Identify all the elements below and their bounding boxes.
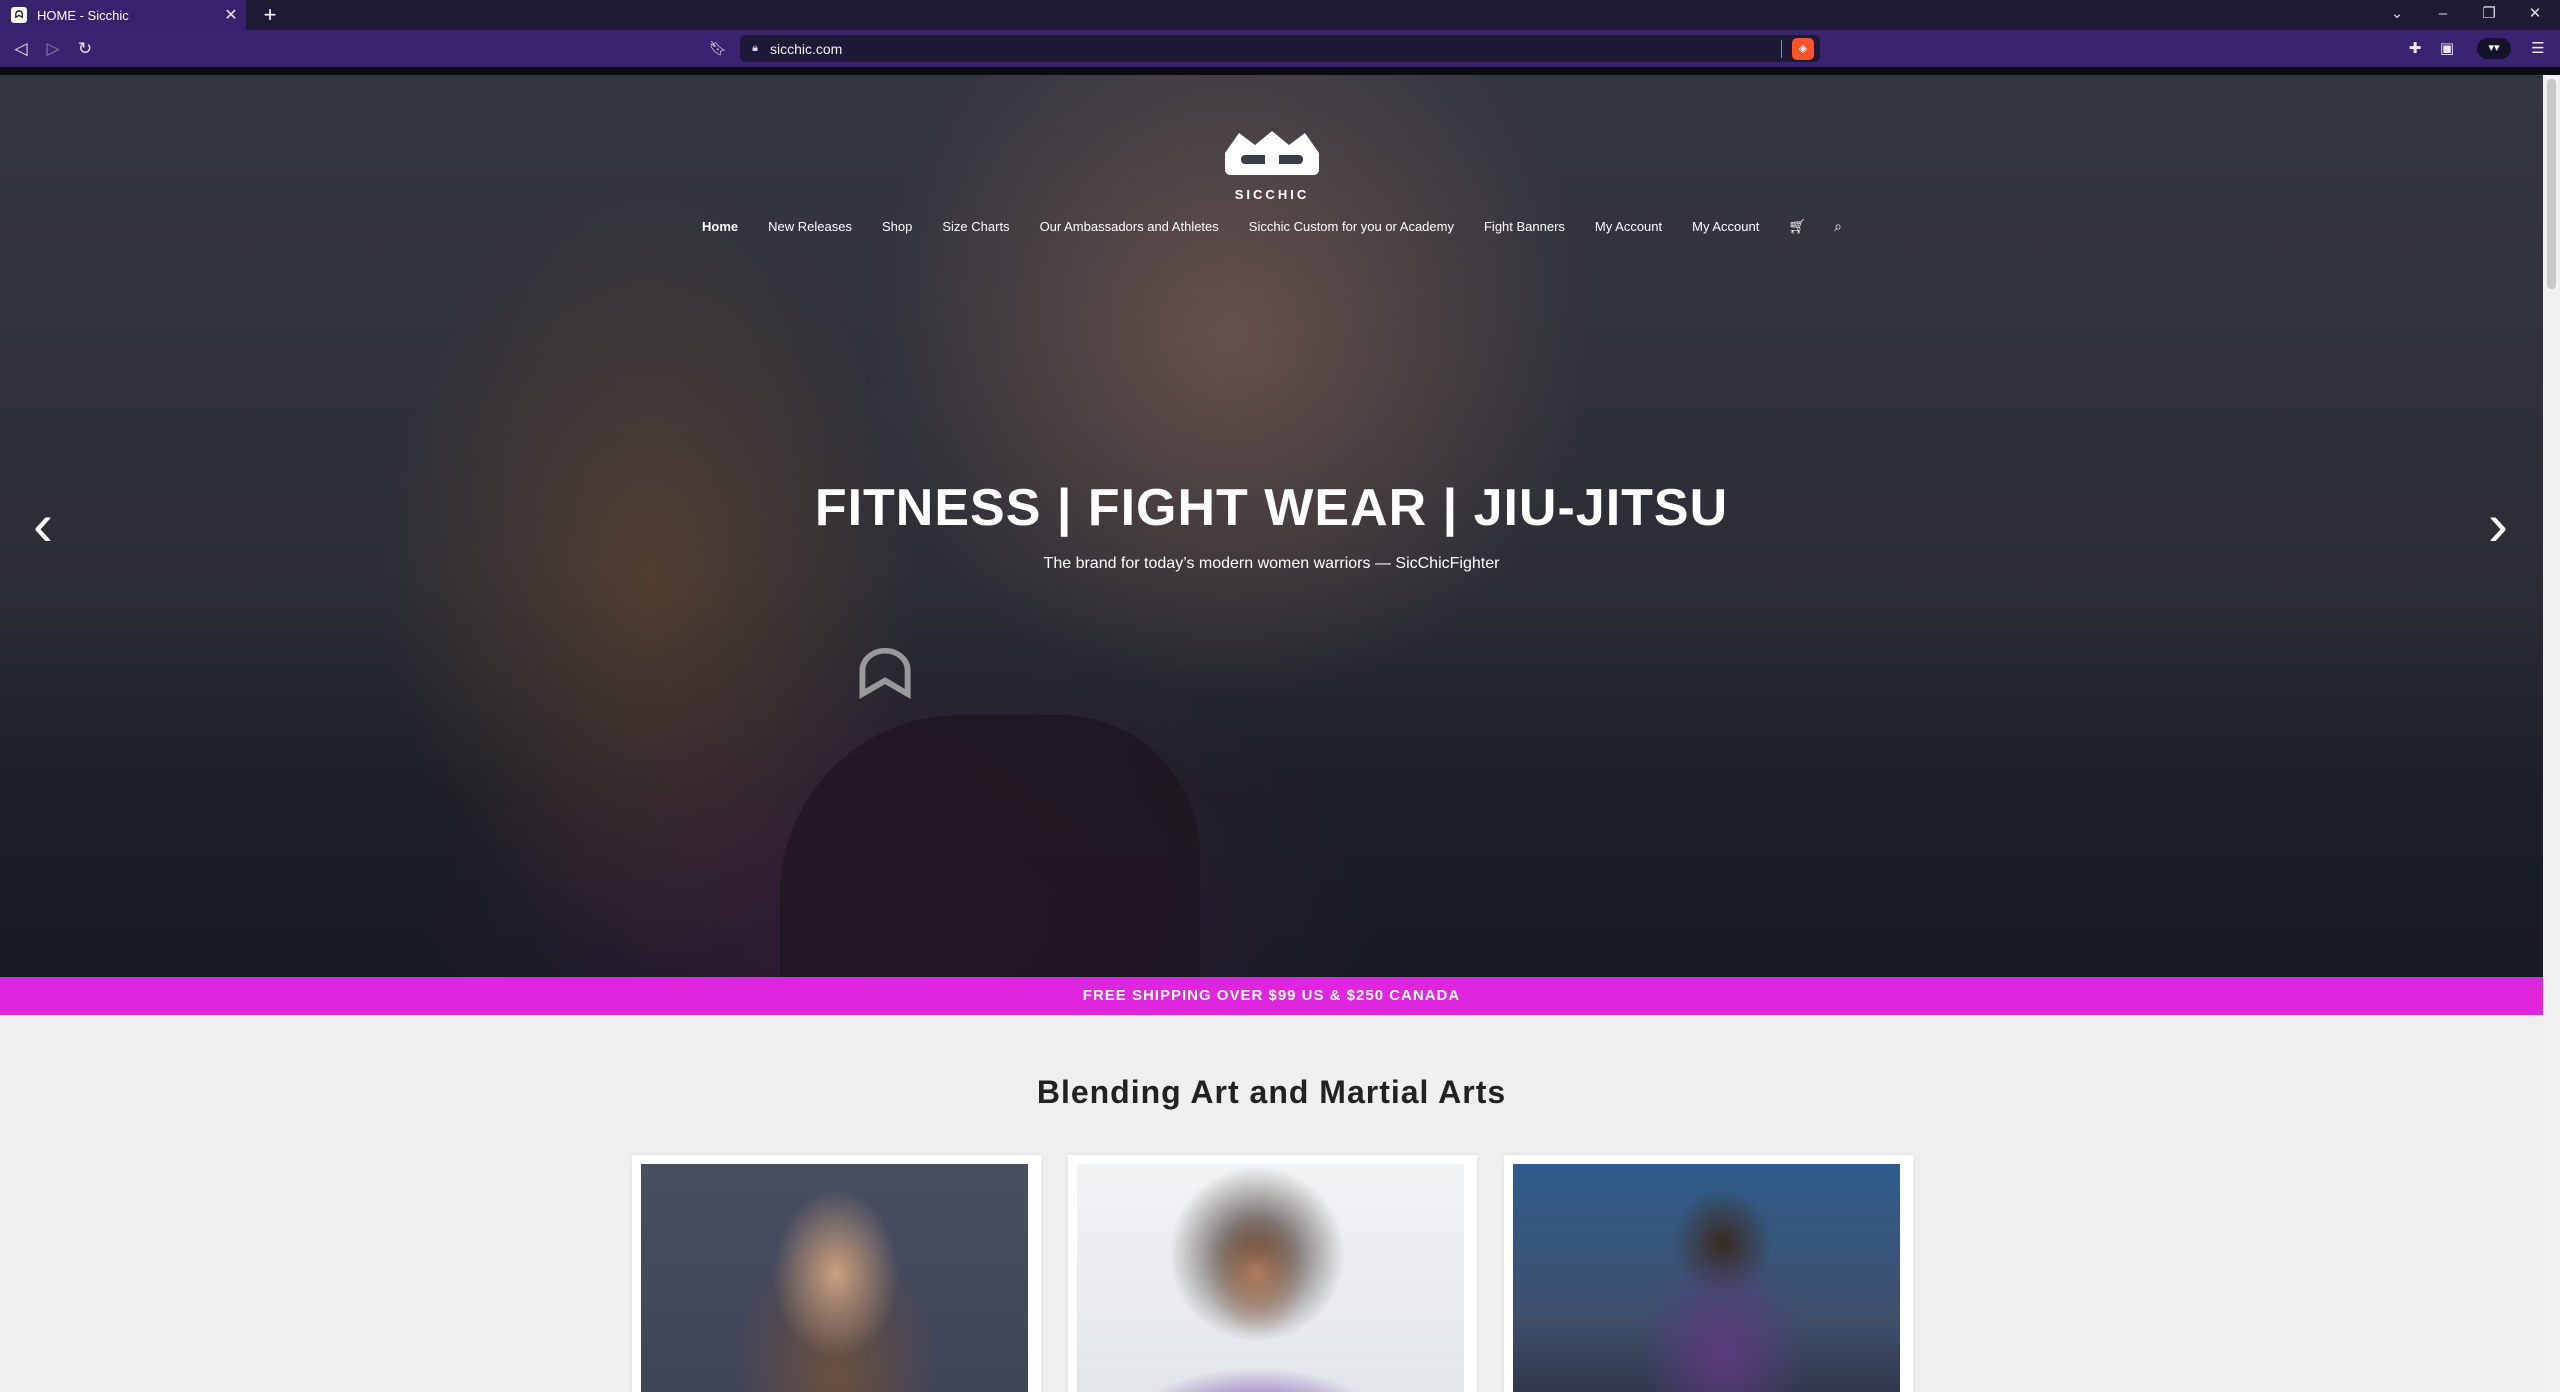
extensions-puzzle-icon[interactable]: ✚ (2400, 30, 2430, 67)
bookmark-icon[interactable]: 🔖︎ (708, 30, 728, 67)
athlete-photo-2 (1077, 1164, 1464, 1392)
slider-next-chevron-icon[interactable]: › (2473, 490, 2523, 560)
brand-name: SICCHIC (1234, 187, 1310, 202)
web-page: ᗣ SICCHIC Home New Releases Shop Size Ch… (0, 75, 2543, 1392)
address-bar[interactable]: 🔒︎ sicchic.com ◈ (740, 35, 1820, 62)
athlete-photo-3 (1513, 1164, 1900, 1392)
omnibox-divider (1781, 39, 1782, 58)
close-tab-icon[interactable]: ✕ (216, 5, 246, 25)
feature-card-1[interactable] (632, 1155, 1041, 1392)
minimize-icon[interactable]: – (2420, 0, 2466, 30)
search-icon[interactable]: ⌕ (1834, 218, 1842, 235)
site-logo[interactable]: SICCHIC (1215, 123, 1329, 202)
nav-size-charts[interactable]: Size Charts (942, 219, 1009, 234)
nav-home[interactable]: Home (702, 219, 738, 234)
sicchic-favicon-icon: ᗣ (11, 7, 27, 23)
cart-icon[interactable]: 🛒︎ (1788, 218, 1806, 235)
lock-icon: 🔒︎ (752, 42, 758, 54)
nav-new-releases[interactable]: New Releases (768, 219, 852, 234)
menu-hamburger-icon[interactable]: ☰ (2523, 30, 2553, 67)
tab-search-chevron-icon[interactable]: ⌄ (2374, 0, 2420, 30)
close-window-icon[interactable]: ✕ (2512, 0, 2558, 30)
sidebar-toggle-icon[interactable]: ▣ (2432, 30, 2462, 67)
reload-icon[interactable]: ↻ (70, 30, 100, 67)
tab-strip: ᗣ HOME - Sicchic ✕ + ⌄ – ❐ ✕ (0, 0, 2560, 30)
browser-tab-active[interactable]: ᗣ HOME - Sicchic ✕ (0, 0, 246, 30)
nav-custom[interactable]: Sicchic Custom for you or Academy (1249, 219, 1454, 234)
hero-title: FITNESS | FIGHT WEAR | JIU-JITSU (814, 479, 1729, 537)
restore-icon[interactable]: ❐ (2466, 0, 2512, 30)
new-tab-button[interactable]: + (255, 0, 285, 30)
feature-card-3[interactable] (1504, 1155, 1913, 1392)
hero-slider: ᗣ SICCHIC Home New Releases Shop Size Ch… (0, 75, 2543, 977)
nav-fight-banners[interactable]: Fight Banners (1484, 219, 1565, 234)
athlete-photo-1 (641, 1164, 1028, 1392)
sicchic-logo-icon (1225, 131, 1319, 175)
slider-prev-chevron-icon[interactable]: ‹ (18, 490, 68, 560)
nav-my-account[interactable]: My Account (1595, 219, 1662, 234)
page-scrollbar[interactable] (2543, 75, 2560, 1392)
hero-subtitle: The brand for today’s modern women warri… (1043, 555, 1500, 572)
tab-title: HOME - Sicchic (37, 7, 129, 23)
wallet-icon[interactable]: ▾▾ (2477, 38, 2511, 59)
nav-shop[interactable]: Shop (882, 219, 912, 234)
nav-ambassadors[interactable]: Our Ambassadors and Athletes (1040, 219, 1219, 234)
main-navigation: Home New Releases Shop Size Charts Our A… (0, 215, 2543, 237)
free-shipping-banner: FREE SHIPPING OVER $99 US & $250 CANADA (0, 977, 2543, 1015)
feature-card-2[interactable] (1068, 1155, 1477, 1392)
back-arrow-icon[interactable]: ◁ (6, 30, 36, 67)
section-title: Blending Art and Martial Arts (1036, 1074, 1507, 1110)
browser-toolbar: ◁ ▷ ↻ 🔖︎ 🔒︎ sicchic.com ◈ ✚ ▣ ▾▾ ☰ (0, 30, 2560, 67)
scrollbar-thumb[interactable] (2547, 79, 2556, 289)
url-text[interactable]: sicchic.com (770, 41, 1781, 57)
brave-shield-icon[interactable]: ◈ (1792, 37, 1814, 60)
viewport-border (0, 67, 2560, 75)
forward-arrow-icon[interactable]: ▷ (38, 30, 68, 67)
nav-my-account-2[interactable]: My Account (1692, 219, 1759, 234)
